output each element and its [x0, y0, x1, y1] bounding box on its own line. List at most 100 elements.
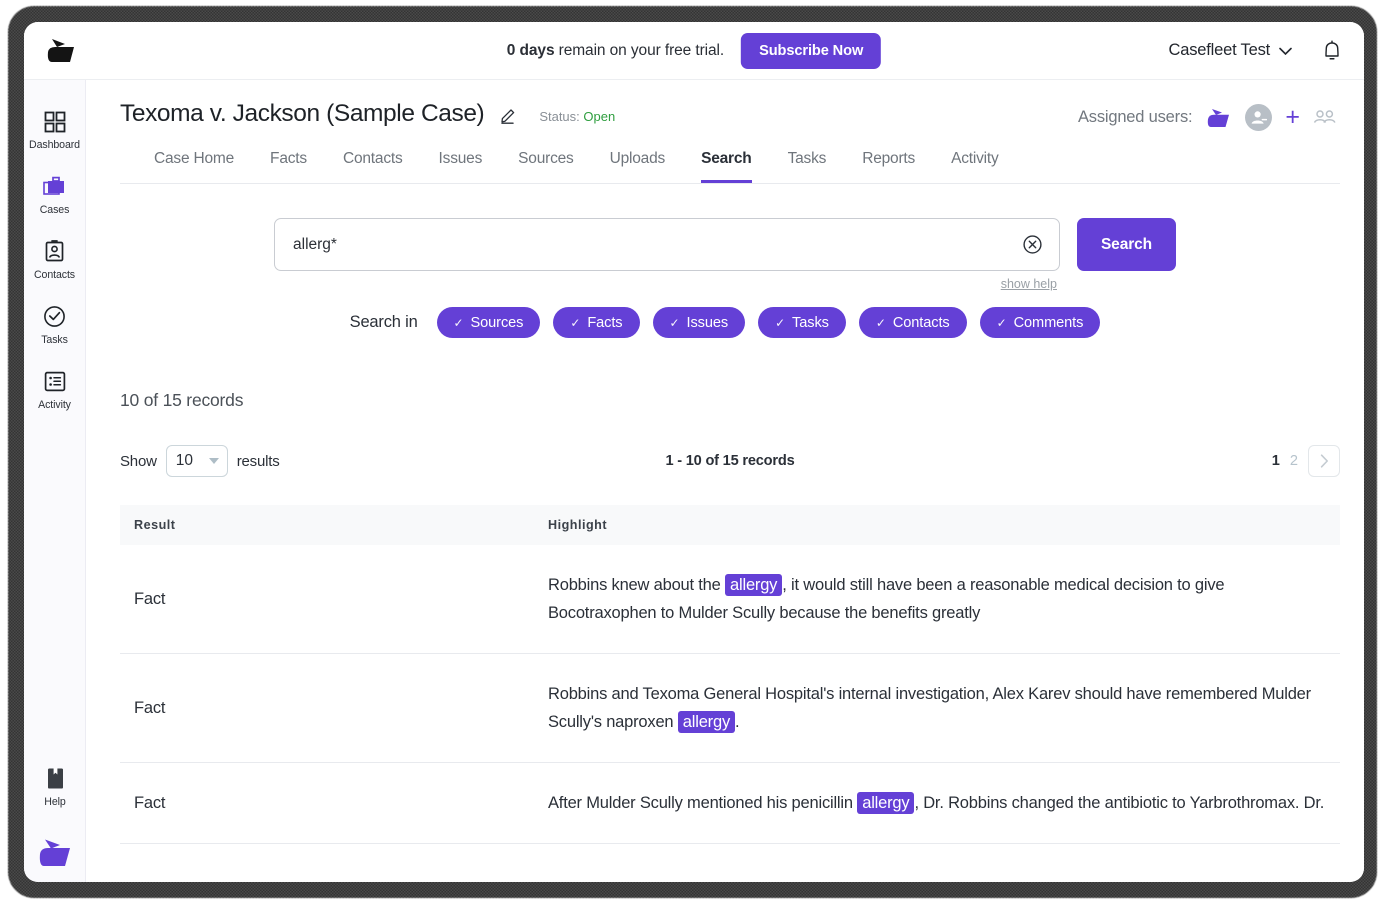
table-row[interactable]: FactRobbins knew about the allergy, it w…: [120, 545, 1340, 654]
page-number-2[interactable]: 2: [1290, 453, 1298, 469]
tab-contacts[interactable]: Contacts: [343, 142, 403, 183]
sidebar-label-activity: Activity: [38, 399, 71, 411]
filter-chip-sources[interactable]: ✓ Sources: [437, 307, 541, 338]
sidebar-item-cases[interactable]: Cases: [24, 163, 86, 228]
app-logo[interactable]: [30, 38, 92, 64]
people-group-icon[interactable]: [1313, 109, 1336, 126]
highlight-text-fragment: Robbins knew about the: [548, 576, 725, 594]
pagination-controls: Show 10 results 1 - 10 of 15 records 1 2: [120, 445, 1340, 477]
page-size-group: Show 10 results: [120, 445, 280, 477]
casefleet-logo-icon[interactable]: [35, 838, 75, 868]
search-term-highlight: allergy: [857, 792, 914, 814]
results-label: results: [237, 453, 280, 470]
filter-chip-contacts[interactable]: ✓ Contacts: [859, 307, 967, 338]
contact-card-icon: [44, 239, 65, 264]
pencil-edit-icon[interactable]: [500, 107, 517, 124]
case-tab-bar: Case Home Facts Contacts Issues Sources …: [120, 142, 1340, 184]
trial-remainder: remain on your free trial.: [554, 42, 724, 59]
search-box: show help: [274, 218, 1060, 271]
highlight-text-fragment: After Mulder Scully mentioned his penici…: [548, 794, 857, 812]
results-table-head: Result Highlight: [120, 505, 1340, 545]
briefcase-icon: [43, 174, 67, 199]
sidebar-item-help[interactable]: Help: [24, 755, 86, 820]
tab-facts[interactable]: Facts: [270, 142, 307, 183]
check-icon: ✓: [775, 316, 785, 330]
assigned-users-label: Assigned users:: [1078, 108, 1192, 127]
record-count: 10 of 15 records: [120, 390, 1340, 411]
highlight-text-fragment: , Dr. Robbins changed the antibiotic to …: [914, 794, 1324, 812]
tab-reports[interactable]: Reports: [862, 142, 915, 183]
clear-circle-x-icon[interactable]: [1022, 234, 1043, 255]
cell-highlight-text: Robbins knew about the allergy, it would…: [534, 545, 1340, 654]
assigned-users: Assigned users: +: [1078, 104, 1336, 131]
search-in-label: Search in: [350, 313, 418, 332]
tab-issues[interactable]: Issues: [439, 142, 483, 183]
sidebar-label-tasks: Tasks: [41, 334, 68, 346]
book-icon: [46, 766, 65, 791]
show-label: Show: [120, 453, 157, 470]
trial-message: 0 days remain on your free trial.: [507, 42, 724, 60]
list-activity-icon: [44, 369, 66, 394]
next-page-button[interactable]: [1308, 445, 1340, 477]
sidebar-footer: Help: [24, 755, 86, 868]
page-title: Texoma v. Jackson (Sample Case): [120, 100, 484, 128]
account-name: Casefleet Test: [1169, 41, 1270, 60]
status-badge: Open: [583, 109, 615, 124]
account-menu[interactable]: Casefleet Test: [1169, 41, 1292, 60]
sidebar-item-contacts[interactable]: Contacts: [24, 228, 86, 293]
grid-dashboard-icon: [44, 109, 66, 134]
casefleet-logo-icon: [43, 38, 79, 64]
tab-activity[interactable]: Activity: [951, 142, 999, 183]
table-row[interactable]: Fact After Mulder Scully mentioned his pe…: [120, 763, 1340, 844]
search-results: 10 of 15 records Show 10 results 1 - 10 …: [86, 390, 1364, 844]
show-help-link[interactable]: show help: [1001, 277, 1057, 291]
column-header-result: Result: [120, 505, 534, 545]
tab-search[interactable]: Search: [701, 142, 752, 183]
results-table-body: FactRobbins knew about the allergy, it w…: [120, 545, 1340, 844]
filter-chip-label: Sources: [471, 315, 524, 331]
subscribe-now-button[interactable]: Subscribe Now: [741, 33, 881, 69]
page-size-select[interactable]: 10: [166, 445, 228, 477]
search-row: show help Search: [86, 218, 1364, 271]
main-content: Texoma v. Jackson (Sample Case) Status: …: [86, 80, 1364, 882]
tab-tasks[interactable]: Tasks: [788, 142, 827, 183]
highlight-text-fragment: .: [735, 713, 739, 731]
filter-chip-facts[interactable]: ✓ Facts: [553, 307, 639, 338]
table-header-row: Result Highlight: [120, 505, 1340, 545]
table-row[interactable]: Fact Robbins and Texoma General Hospital'…: [120, 654, 1340, 763]
sidebar-item-dashboard[interactable]: Dashboard: [24, 98, 86, 163]
tab-uploads[interactable]: Uploads: [610, 142, 665, 183]
page-number-1[interactable]: 1: [1272, 453, 1280, 469]
search-input[interactable]: [274, 218, 1060, 271]
app-screenshot: 0 days remain on your free trial. Subscr…: [0, 0, 1385, 906]
tab-sources[interactable]: Sources: [518, 142, 573, 183]
notification-bell-icon[interactable]: [1322, 39, 1342, 62]
results-table: Result Highlight FactRobbins knew about …: [120, 505, 1340, 844]
sidebar-item-activity[interactable]: Activity: [24, 358, 86, 423]
top-bar: 0 days remain on your free trial. Subscr…: [24, 22, 1364, 80]
case-header: Texoma v. Jackson (Sample Case) Status: …: [86, 80, 1364, 184]
filter-chip-issues[interactable]: ✓ Issues: [653, 307, 746, 338]
pager: 1 2: [1272, 445, 1340, 477]
avatar[interactable]: [1245, 104, 1272, 131]
casefleet-avatar-icon[interactable]: [1205, 108, 1232, 128]
browser-window: 0 days remain on your free trial. Subscr…: [24, 22, 1364, 882]
filter-chip-tasks[interactable]: ✓ Tasks: [758, 307, 846, 338]
check-icon: ✓: [570, 316, 580, 330]
filter-chip-comments[interactable]: ✓ Comments: [980, 307, 1101, 338]
record-range-text: 1 - 10 of 15 records: [665, 453, 794, 469]
search-button[interactable]: Search: [1077, 218, 1176, 271]
chevron-right-icon: [1320, 454, 1329, 468]
sidebar-item-tasks[interactable]: Tasks: [24, 293, 86, 358]
filter-chip-label: Facts: [587, 315, 622, 331]
cell-highlight-text: After Mulder Scully mentioned his penici…: [534, 763, 1340, 844]
cell-result-type: Fact: [120, 654, 534, 763]
highlight-text-fragment: Robbins and Texoma General Hospital's in…: [548, 685, 1311, 731]
filter-chip-label: Comments: [1014, 315, 1084, 331]
check-icon: ✓: [454, 316, 464, 330]
cell-result-type: Fact: [120, 763, 534, 844]
plus-icon[interactable]: +: [1285, 105, 1300, 130]
column-header-highlight: Highlight: [534, 505, 1340, 545]
top-bar-right: Casefleet Test: [1169, 39, 1342, 62]
tab-case-home[interactable]: Case Home: [154, 142, 234, 183]
